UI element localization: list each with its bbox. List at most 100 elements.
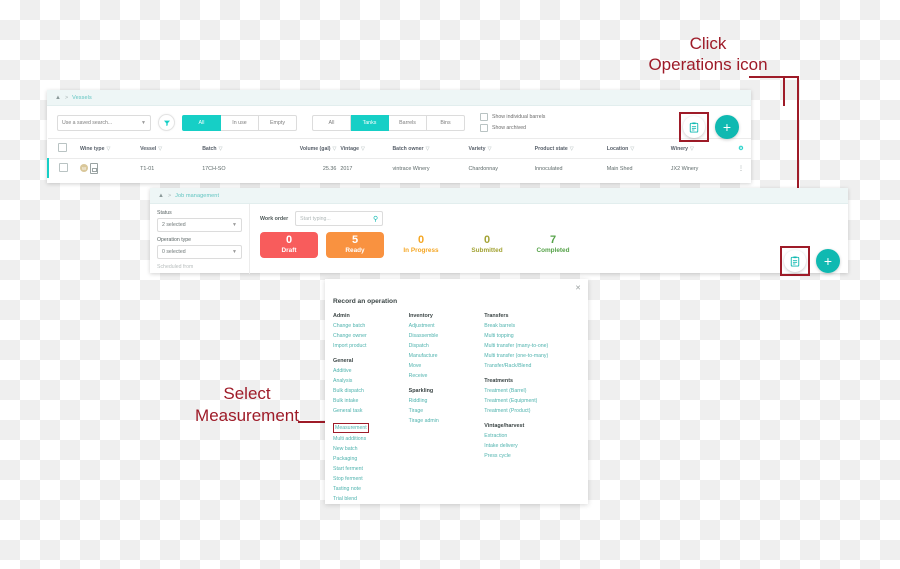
gear-icon[interactable]: ⚙ [738,146,743,152]
add-button-vessels[interactable]: + [715,115,739,139]
stat-draft[interactable]: 0 Draft [260,232,318,259]
breadcrumb-page-job-management[interactable]: Job management [175,193,219,199]
operation-type-select[interactable]: 0 selected ▼ [157,245,242,259]
group-admin-title: Admin [333,313,350,319]
search-icon[interactable]: ⚲ [373,215,378,223]
saved-search-select[interactable]: Use a saved search... ▼ [57,114,151,131]
op-tasting-note[interactable]: Tasting note [333,484,409,494]
add-button-jobs[interactable]: + [816,249,840,273]
type-filter-all[interactable]: All [312,114,351,131]
filter-icon-product-state[interactable]: ▽ [570,146,574,152]
op-change-owner[interactable]: Change owner [333,331,409,341]
op-multi-topping[interactable]: Multi topping [484,331,580,341]
filter-icon-vessel[interactable]: ▽ [158,146,162,152]
work-order-search-field[interactable]: Start typing... ⚲ [295,211,384,226]
op-multi-transfer-one-to-many[interactable]: Multi transfer (one-to-many) [484,351,580,361]
op-bulk-dispatch[interactable]: Bulk dispatch [333,386,409,396]
op-analysis[interactable]: Analysis [333,376,409,386]
op-receive[interactable]: Receive [409,371,485,381]
filter-icon-batch[interactable]: ▽ [219,146,223,152]
header-batch[interactable]: Batch ▽ [200,138,273,159]
funnel-icon[interactable] [158,114,175,131]
op-treatment-product[interactable]: Treatment (Product) [484,406,580,416]
filter-icon-winery[interactable]: ▽ [690,146,694,152]
filter-icon-vintage[interactable]: ▽ [361,146,365,152]
stat-submitted-label: Submitted [471,246,503,254]
type-filter-barrels[interactable]: Barrels [389,114,427,131]
group-treatments: Treatments Treatment (Barrel) Treatment … [484,378,580,416]
header-variety[interactable]: Variety ▽ [466,138,533,159]
op-change-batch[interactable]: Change batch [333,321,409,331]
usage-filter-empty[interactable]: Empty [259,114,297,131]
op-packaging[interactable]: Packaging [333,454,409,464]
breadcrumb-page-vessels[interactable]: Vessels [72,95,92,101]
usage-filter-all[interactable]: All [182,114,221,131]
op-disassemble[interactable]: Disassemble [409,331,485,341]
stat-in-progress[interactable]: 0 In Progress [392,232,450,258]
op-measurement[interactable]: Measurement [333,423,369,433]
checkbox-box-individual-barrels[interactable] [480,113,488,121]
header-vessel[interactable]: Vessel ▽ [138,138,201,159]
operations-button-jobs[interactable] [784,250,806,272]
checkbox-show-archived[interactable]: Show archived [480,124,545,132]
row-checkbox[interactable] [59,163,68,172]
stat-submitted[interactable]: 0 Submitted [458,232,516,258]
stat-completed[interactable]: 7 Completed [524,232,582,258]
header-batch-owner[interactable]: Batch owner ▽ [390,138,467,159]
op-move[interactable]: Move [409,361,485,371]
op-stop-ferment[interactable]: Stop ferment [333,474,409,484]
op-tirage[interactable]: Tirage [409,406,485,416]
type-filter-tanks[interactable]: Tanks [351,114,389,131]
usage-filter-in-use[interactable]: In use [221,114,259,131]
op-press-cycle[interactable]: Press cycle [484,451,580,461]
op-break-barrels[interactable]: Break barrels [484,321,580,331]
filter-icon-wine-type[interactable]: ▽ [106,146,110,152]
op-treatment-barrel[interactable]: Treatment (Barrel) [484,386,580,396]
cell-row-menu[interactable]: ⋮ [731,159,751,179]
close-icon[interactable]: ✕ [575,285,581,292]
op-transfer-rack-blend[interactable]: Transfer/Rack/Blend [484,361,580,371]
header-vintage[interactable]: Vintage ▽ [338,138,391,159]
op-manufacture[interactable]: Manufacture [409,351,485,361]
checkbox-box-archived[interactable] [480,124,488,132]
op-riddling[interactable]: Riddling [409,396,485,406]
record-column-3: Transfers Break barrels Multi topping Mu… [484,313,580,511]
op-multi-additions[interactable]: Multi additions [333,434,409,444]
operations-button-vessels[interactable] [683,116,705,138]
table-row[interactable]: W T1-01 17CH-SO 25.36 2017 vintrace Wine… [48,158,751,179]
op-general-task[interactable]: General task [333,406,409,416]
op-extraction[interactable]: Extraction [484,431,580,441]
type-filter-bins[interactable]: Bins [427,114,465,131]
select-all-checkbox[interactable] [58,143,67,152]
header-product-state[interactable]: Product state ▽ [532,138,605,159]
op-adjustment[interactable]: Adjustment [409,321,485,331]
checkbox-show-individual-barrels[interactable]: Show individual barrels [480,113,545,121]
header-volume[interactable]: Volume (gal) ▽ [272,138,339,159]
home-icon[interactable]: ▲ [158,193,164,199]
filter-icon-variety[interactable]: ▽ [488,146,492,152]
kebab-icon[interactable]: ⋮ [738,166,744,172]
op-additive[interactable]: Additive [333,366,409,376]
header-location[interactable]: Location ▽ [604,138,669,159]
filter-icon-volume[interactable]: ▽ [333,146,337,152]
home-icon[interactable]: ▲ [55,95,61,101]
op-bulk-intake[interactable]: Bulk intake [333,396,409,406]
header-select-all [48,138,79,159]
filter-icon-location[interactable]: ▽ [630,146,634,152]
cell-batch[interactable]: 17CH-SO [200,159,272,179]
op-intake-delivery[interactable]: Intake delivery [484,441,580,451]
status-select[interactable]: 2 selected ▼ [157,218,242,232]
op-trial-blend[interactable]: Trial blend [333,494,409,504]
header-wine-type[interactable]: Wine type ▽ [78,138,139,159]
op-treatment-equipment[interactable]: Treatment (Equipment) [484,396,580,406]
operations-button-highlight-jobs [780,246,810,276]
op-new-batch[interactable]: New batch [333,444,409,454]
stat-ready[interactable]: 5 Ready [326,232,384,259]
filter-icon-batch-owner[interactable]: ▽ [426,146,430,152]
op-multi-transfer-many-to-one[interactable]: Multi transfer (many-to-one) [484,341,580,351]
op-start-ferment[interactable]: Start ferment [333,464,409,474]
op-import-product[interactable]: Import product [333,341,409,351]
op-dispatch[interactable]: Dispatch [409,341,485,351]
op-tirage-admin[interactable]: Tirage admin [409,416,485,426]
leader-line-horizontal-1 [749,76,785,78]
